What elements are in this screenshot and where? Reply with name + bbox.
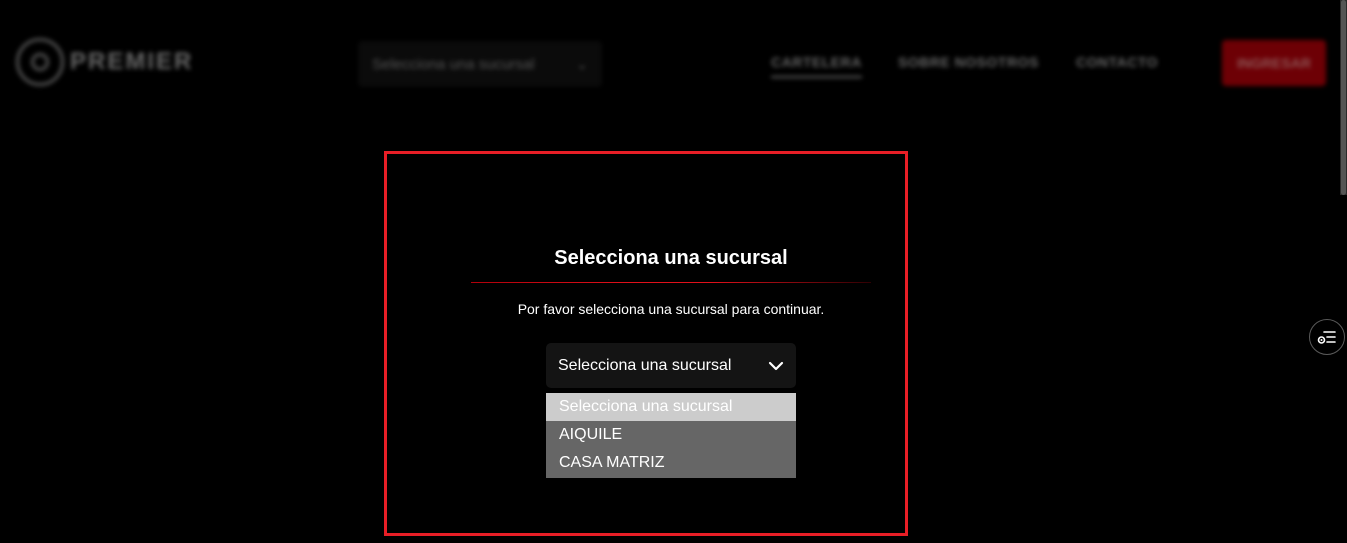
chevron-down-icon: ⌄ bbox=[576, 55, 588, 72]
side-filter-button[interactable] bbox=[1309, 319, 1345, 355]
nav-link-sobre-nosotros[interactable]: SOBRE NOSOTROS bbox=[898, 54, 1039, 70]
login-button[interactable]: INGRESAR bbox=[1222, 40, 1326, 86]
nav-link-cartelera[interactable]: CARTELERA bbox=[771, 54, 862, 78]
branch-option-placeholder[interactable]: Selecciona una sucursal bbox=[546, 393, 796, 421]
logo[interactable]: PREMIER bbox=[16, 38, 193, 86]
branch-select[interactable]: Selecciona una sucursal bbox=[546, 343, 796, 388]
branch-option-casa-matriz[interactable]: CASA MATRIZ bbox=[546, 449, 796, 477]
modal-subtitle: Por favor selecciona una sucursal para c… bbox=[517, 301, 825, 317]
page-scrollbar[interactable] bbox=[1340, 0, 1347, 195]
modal-title: Selecciona una sucursal bbox=[554, 247, 788, 269]
header-branch-select[interactable]: Selecciona una sucursal ⌄ bbox=[358, 41, 602, 87]
filter-settings-icon bbox=[1317, 331, 1336, 344]
header-branch-select-value: Selecciona una sucursal bbox=[372, 55, 535, 73]
logo-text: PREMIER bbox=[70, 48, 194, 75]
nav-link-contacto[interactable]: CONTACTO bbox=[1076, 54, 1158, 70]
branch-dropdown-list: Selecciona una sucursal AIQUILE CASA MAT… bbox=[546, 393, 796, 478]
branch-select-value: Selecciona una sucursal bbox=[558, 356, 732, 374]
scrollbar-thumb[interactable] bbox=[1341, 0, 1346, 195]
logo-mark-icon bbox=[16, 38, 64, 86]
chevron-down-icon bbox=[768, 361, 784, 371]
branch-option-aiquile[interactable]: AIQUILE bbox=[546, 421, 796, 449]
site-header: PREMIER Selecciona una sucursal ⌄ CARTEL… bbox=[0, 0, 1347, 125]
modal-divider bbox=[471, 282, 871, 283]
